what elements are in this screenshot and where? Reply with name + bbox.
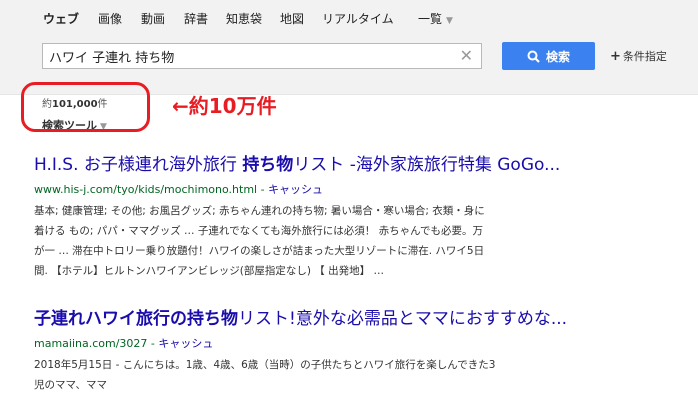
nav-chiebukuro[interactable]: 知恵袋 — [226, 10, 262, 27]
annotation-circle — [21, 82, 150, 132]
conditions-link[interactable]: + 条件指定 — [610, 48, 667, 64]
nav-realtime[interactable]: リアルタイム — [322, 10, 394, 27]
snippet-line: 着ける もの; パパ・ママグッズ … 子連れでなくても海外旅行には必須！ 赤ちゃ… — [34, 225, 484, 237]
result-url: mamaiina.com/3027 - キャッシュ — [34, 337, 214, 350]
nav-map[interactable]: 地図 — [280, 10, 304, 27]
search-button-label: 検索 — [545, 49, 570, 64]
nav-more-label: 一覧 — [418, 12, 443, 26]
result-url: www.his-j.com/tyo/kids/mochimono.html - … — [34, 183, 324, 196]
title-part: リスト -海外家族旅行特集 GoGo... — [293, 155, 561, 175]
snippet-line: 2018年5月15日 - こんにちは。1歳、4歳、6歳（当時）の子供たちとハワイ… — [34, 359, 496, 371]
title-keyword: 持ち物 — [242, 155, 294, 175]
cache-link[interactable]: キャッシュ — [158, 337, 213, 350]
snippet-line: 間. 【ホテル】ヒルトンハワイアンビレッジ(部屋指定なし) 【 出発地】 … — [34, 265, 384, 277]
nav-video[interactable]: 動画 — [141, 10, 165, 27]
result-snippet: 基本; 健康管理; その他; お風呂グッズ; 赤ちゃん連れの持ち物; 暑い場合・… — [34, 201, 594, 281]
chevron-down-icon: ▼ — [446, 16, 453, 26]
snippet-line: 基本; 健康管理; その他; お風呂グッズ; 赤ちゃん連れの持ち物; 暑い場合・… — [34, 205, 485, 217]
search-result: 子連れハワイ旅行の持ち物リスト!意外な必需品とママにおすすめな... mamai… — [34, 304, 594, 395]
title-part: 子連れハワイ旅行の — [34, 309, 187, 329]
nav-dictionary[interactable]: 辞書 — [184, 10, 208, 27]
cache-link[interactable]: キャッシュ — [268, 183, 323, 196]
plus-icon: + — [610, 49, 621, 64]
title-part: H.I.S. お子様連れ海外旅行 — [34, 155, 243, 175]
search-result: H.I.S. お子様連れ海外旅行 持ち物リスト -海外家族旅行特集 GoGo..… — [34, 150, 594, 281]
result-snippet: 2018年5月15日 - こんにちは。1歳、4歳、6歳（当時）の子供たちとハワイ… — [34, 355, 594, 395]
result-title-link[interactable]: H.I.S. お子様連れ海外旅行 持ち物リスト -海外家族旅行特集 GoGo..… — [34, 150, 594, 175]
search-icon — [527, 50, 540, 63]
search-header: ウェブ 画像 動画 辞書 知恵袋 地図 リアルタイム 一覧▼ ✕ 検索 +条件指… — [0, 0, 698, 95]
search-input[interactable] — [49, 47, 449, 65]
result-title-link[interactable]: 子連れハワイ旅行の持ち物リスト!意外な必需品とママにおすすめな... — [34, 304, 594, 329]
url-text: www.his-j.com/tyo/kids/mochimono.html — [34, 183, 258, 196]
nav-more[interactable]: 一覧 ▼ — [418, 10, 453, 27]
search-box: ✕ — [42, 43, 482, 69]
nav-web[interactable]: ウェブ — [43, 10, 79, 27]
snippet-line: が一 … 滞在中トロリー乗り放題付！ハワイの楽しさが詰まった大型リゾートに滞在.… — [34, 245, 485, 257]
title-keyword: 持ち物 — [187, 309, 238, 329]
annotation-text: ←約10万件 — [172, 94, 277, 118]
search-button[interactable]: 検索 — [502, 42, 595, 70]
clear-icon[interactable]: ✕ — [460, 46, 473, 65]
url-text: mamaiina.com/3027 — [34, 337, 148, 350]
title-part: リスト!意外な必需品とママにおすすめな... — [238, 309, 568, 329]
snippet-line: 児のママ、ママ — [34, 379, 107, 391]
conditions-label: 条件指定 — [622, 50, 667, 63]
nav-images[interactable]: 画像 — [98, 10, 122, 27]
